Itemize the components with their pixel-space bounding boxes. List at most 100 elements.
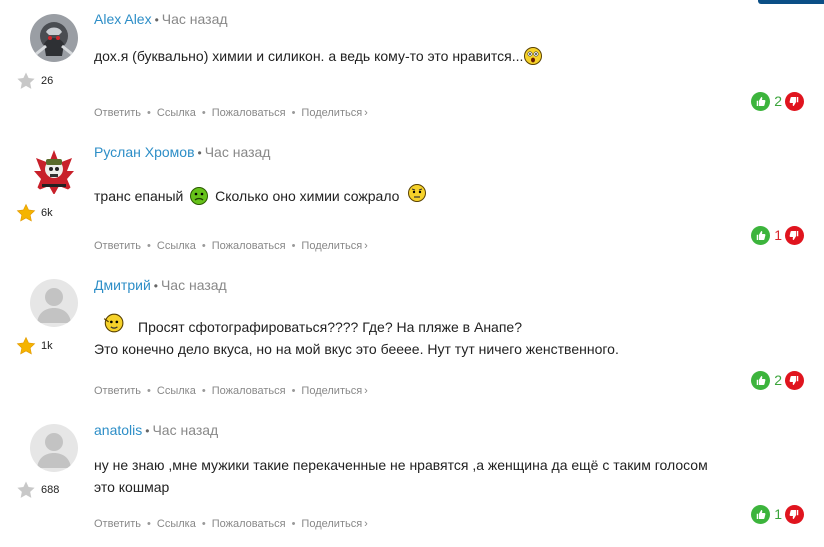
reply-link[interactable]: Ответить xyxy=(94,107,141,119)
report-link[interactable]: Пожаловаться xyxy=(212,107,286,119)
comment-line: ну не знаю ,мне мужики такие перекаченны… xyxy=(94,457,708,473)
chevron-right-icon: › xyxy=(364,385,368,397)
comment-actions: Ответить • Ссылка • Пожаловаться • Поделиться › xyxy=(94,106,368,120)
permalink-link[interactable]: Ссылка xyxy=(157,107,196,119)
timestamp: Час назад xyxy=(204,144,271,160)
share-label: Поделиться xyxy=(301,240,363,252)
separator-dot: • xyxy=(201,107,206,119)
comment-text: транс епаный Сколько оно химии сожрало xyxy=(94,183,427,207)
comment-line: Сколько оно химии сожрало xyxy=(215,188,400,204)
upvote-button[interactable] xyxy=(751,91,771,111)
vote-score: 2 xyxy=(774,372,782,388)
separator-dot: • xyxy=(154,13,159,27)
chevron-right-icon: › xyxy=(364,240,368,252)
top-bar xyxy=(0,0,824,4)
comment-text: ну не знаю ,мне мужики такие перекаченны… xyxy=(94,454,708,498)
avatar[interactable] xyxy=(30,279,78,327)
separator-dot: • xyxy=(291,240,296,252)
user-rating: 688 xyxy=(16,479,59,501)
thumbs-up-icon xyxy=(753,228,768,243)
permalink-link[interactable]: Ссылка xyxy=(157,518,196,530)
star-icon xyxy=(16,71,36,91)
chevron-right-icon: › xyxy=(364,518,368,530)
downvote-button[interactable] xyxy=(785,504,804,524)
comment-actions: Ответить • Ссылка • Пожаловаться • Поделиться › xyxy=(94,517,368,531)
comment-header: Alex Alex • Час назад xyxy=(94,10,228,29)
default-avatar-icon xyxy=(30,424,78,472)
separator-dot: • xyxy=(197,146,202,160)
author-link[interactable]: Дмитрий xyxy=(94,277,151,293)
star-icon xyxy=(16,203,36,223)
thumbs-down-icon xyxy=(787,373,802,388)
user-rating: 26 xyxy=(16,70,53,92)
reply-link[interactable]: Ответить xyxy=(94,518,141,530)
report-link[interactable]: Пожаловаться xyxy=(212,240,286,252)
wondering-smiley-icon xyxy=(408,184,427,202)
downvote-button[interactable] xyxy=(785,370,804,390)
reply-link[interactable]: Ответить xyxy=(94,385,141,397)
separator-dot: • xyxy=(201,385,206,397)
avatar[interactable] xyxy=(30,424,78,472)
separator-dot: • xyxy=(147,107,151,119)
share-link[interactable]: Поделиться › xyxy=(301,385,367,397)
separator-dot: • xyxy=(201,518,206,530)
share-label: Поделиться xyxy=(301,385,363,397)
separator-dot: • xyxy=(291,518,296,530)
top-accent-strip xyxy=(758,0,824,4)
separator-dot: • xyxy=(147,518,151,530)
reply-link[interactable]: Ответить xyxy=(94,240,141,252)
vote-score: 1 xyxy=(774,227,782,243)
vote-controls: 1 xyxy=(751,224,804,246)
thumbs-down-icon xyxy=(787,94,802,109)
comment-header: Руслан Хромов • Час назад xyxy=(94,143,270,162)
upvote-button[interactable] xyxy=(751,370,771,390)
sick-smiley-icon xyxy=(190,187,209,205)
star-icon xyxy=(16,480,36,500)
separator-dot: • xyxy=(291,385,296,397)
permalink-link[interactable]: Ссылка xyxy=(157,385,196,397)
share-link[interactable]: Поделиться › xyxy=(301,240,367,252)
vote-controls: 1 xyxy=(751,503,804,525)
separator-dot: • xyxy=(145,424,150,438)
author-link[interactable]: anatolis xyxy=(94,422,142,438)
avatar[interactable] xyxy=(30,146,78,194)
timestamp: Час назад xyxy=(161,11,228,27)
thumbs-up-icon xyxy=(753,94,768,109)
rating-value: 1k xyxy=(41,340,53,352)
avatar[interactable] xyxy=(30,14,78,62)
thumbs-up-icon xyxy=(753,507,768,522)
comment-line: Это конечно дело вкуса, но на мой вкус э… xyxy=(94,341,619,357)
thumbs-up-icon xyxy=(753,373,768,388)
comment-actions: Ответить • Ссылка • Пожаловаться • Поделиться › xyxy=(94,239,368,253)
downvote-button[interactable] xyxy=(785,225,804,245)
comment-text: дох.я (буквально) химии и силикон. а вед… xyxy=(94,45,543,67)
report-link[interactable]: Пожаловаться xyxy=(212,385,286,397)
surprised-smiley-icon xyxy=(524,47,543,65)
comment-line: транс епаный xyxy=(94,188,184,204)
author-link[interactable]: Alex Alex xyxy=(94,11,152,27)
report-link[interactable]: Пожаловаться xyxy=(212,518,286,530)
separator-dot: • xyxy=(147,385,151,397)
pointing-smiley-icon xyxy=(103,313,124,333)
author-link[interactable]: Руслан Хромов xyxy=(94,144,195,160)
user-rating: 6k xyxy=(16,202,53,224)
share-link[interactable]: Поделиться › xyxy=(301,518,367,530)
comment-header: Дмитрий • Час назад xyxy=(94,276,227,295)
separator-dot: • xyxy=(201,240,206,252)
vote-controls: 2 xyxy=(751,369,804,391)
thumbs-down-icon xyxy=(787,228,802,243)
comment-line: дох.я (буквально) химии и силикон. а вед… xyxy=(94,48,524,64)
share-link[interactable]: Поделиться › xyxy=(301,107,367,119)
upvote-button[interactable] xyxy=(751,225,771,245)
comment-line: Просят сфотографироваться???? Где? На пл… xyxy=(138,319,522,335)
chevron-right-icon: › xyxy=(364,107,368,119)
vote-score: 1 xyxy=(774,506,782,522)
upvote-button[interactable] xyxy=(751,504,771,524)
share-label: Поделиться xyxy=(301,107,363,119)
default-avatar-icon xyxy=(30,279,78,327)
rating-value: 26 xyxy=(41,75,54,87)
downvote-button[interactable] xyxy=(785,91,804,111)
permalink-link[interactable]: Ссылка xyxy=(157,240,196,252)
vote-controls: 2 xyxy=(751,90,804,112)
separator-dot: • xyxy=(291,107,296,119)
